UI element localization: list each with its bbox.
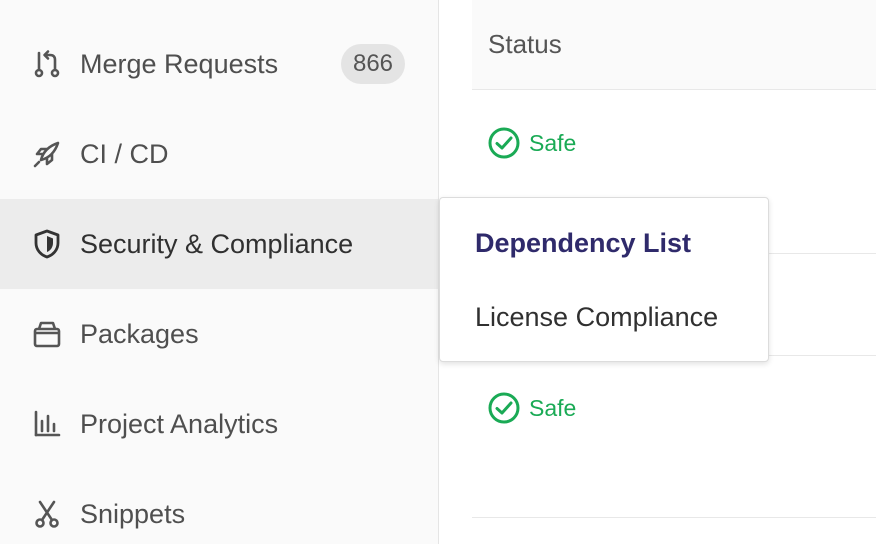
status-column-header: Status [472,0,876,90]
sidebar-item-merge-requests[interactable]: Merge Requests 866 [0,19,438,109]
security-compliance-flyout-menu: Dependency List License Compliance [439,197,769,362]
sidebar-item-label: Snippets [80,498,186,529]
status-text: Safe [529,394,577,421]
scissors-icon [31,498,63,530]
sidebar-item-snippets[interactable]: Snippets [0,469,438,544]
sidebar-item-label: Packages [80,318,199,349]
row-divider [472,517,876,518]
sidebar-item-ci-cd[interactable]: CI / CD [0,109,438,199]
sidebar-item-label: Security & Compliance [80,228,354,259]
status-badge: Safe [487,391,576,425]
package-icon [31,318,63,350]
merge-request-icon [31,48,63,80]
sidebar-item-label: Merge Requests [80,48,279,79]
flyout-item-license-compliance[interactable]: License Compliance [475,302,718,333]
app-window: Merge Requests 866 CI / CD Security & Co… [0,0,876,544]
shield-icon [31,228,63,260]
sidebar-item-label: Project Analytics [80,408,279,439]
check-circle-icon [488,127,520,159]
chart-icon [31,408,63,440]
status-badge: Safe [487,126,576,160]
sidebar-item-packages[interactable]: Packages [0,289,438,379]
sidebar-item-project-analytics[interactable]: Project Analytics [0,379,438,469]
check-circle-icon [488,392,520,424]
sidebar-item-security-compliance[interactable]: Security & Compliance [0,199,438,289]
sidebar: Merge Requests 866 CI / CD Security & Co… [0,0,439,544]
merge-requests-count-badge: 866 [341,44,405,84]
status-text: Safe [529,129,577,156]
flyout-item-dependency-list[interactable]: Dependency List [475,228,691,259]
sidebar-item-label: CI / CD [80,138,169,169]
rocket-icon [31,138,63,170]
